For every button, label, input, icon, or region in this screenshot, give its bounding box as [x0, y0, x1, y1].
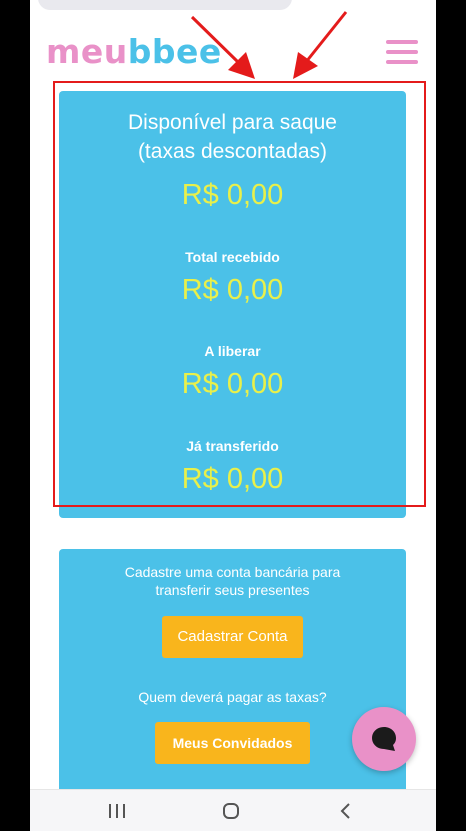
home-icon[interactable] [211, 798, 251, 824]
chat-button[interactable] [352, 707, 416, 771]
back-icon[interactable] [326, 798, 366, 824]
transferred-value: R$ 0,00 [181, 463, 284, 495]
total-received-label: Total recebido [185, 249, 280, 265]
balance-title-line2: (taxas descontadas) [137, 140, 328, 163]
balance-title-line1: Disponível para saque [128, 111, 337, 134]
register-account-button[interactable]: Cadastrar Conta [162, 616, 303, 658]
bank-account-prompt: Cadastre uma conta bancária para transfe… [79, 563, 386, 599]
menu-line [386, 40, 418, 44]
brand-logo[interactable]: meubbee [46, 32, 222, 72]
available-value: R$ 0,00 [181, 179, 284, 211]
android-navigation-bar [30, 789, 436, 831]
logo-text-bbee: bbee [127, 32, 222, 71]
hamburger-menu-icon[interactable] [386, 40, 418, 64]
bank-prompt-line1: Cadastre uma conta bancária para [124, 564, 341, 580]
menu-line [386, 50, 418, 54]
fees-question: Quem deverá pagar as taxas? [138, 689, 327, 705]
to-release-value: R$ 0,00 [181, 368, 284, 400]
recent-apps-icon[interactable] [97, 798, 137, 824]
app-header: meubbee [30, 0, 436, 80]
balance-title: Disponível para saque (taxas descontadas… [59, 108, 406, 166]
balance-card: Disponível para saque (taxas descontadas… [59, 91, 406, 518]
logo-text-meu: meu [46, 32, 128, 71]
transferred-label: Já transferido [186, 438, 279, 454]
app-screen: meubbee Disponível para saque (taxas des… [30, 0, 436, 831]
menu-line [386, 60, 418, 64]
total-received-value: R$ 0,00 [181, 274, 284, 306]
my-guests-button[interactable]: Meus Convidados [155, 722, 310, 764]
chat-bubble-icon [372, 727, 396, 751]
bank-account-card: Cadastre uma conta bancária para transfe… [59, 549, 406, 809]
bank-prompt-line2: transferir seus presentes [155, 582, 310, 598]
to-release-label: A liberar [204, 343, 261, 359]
